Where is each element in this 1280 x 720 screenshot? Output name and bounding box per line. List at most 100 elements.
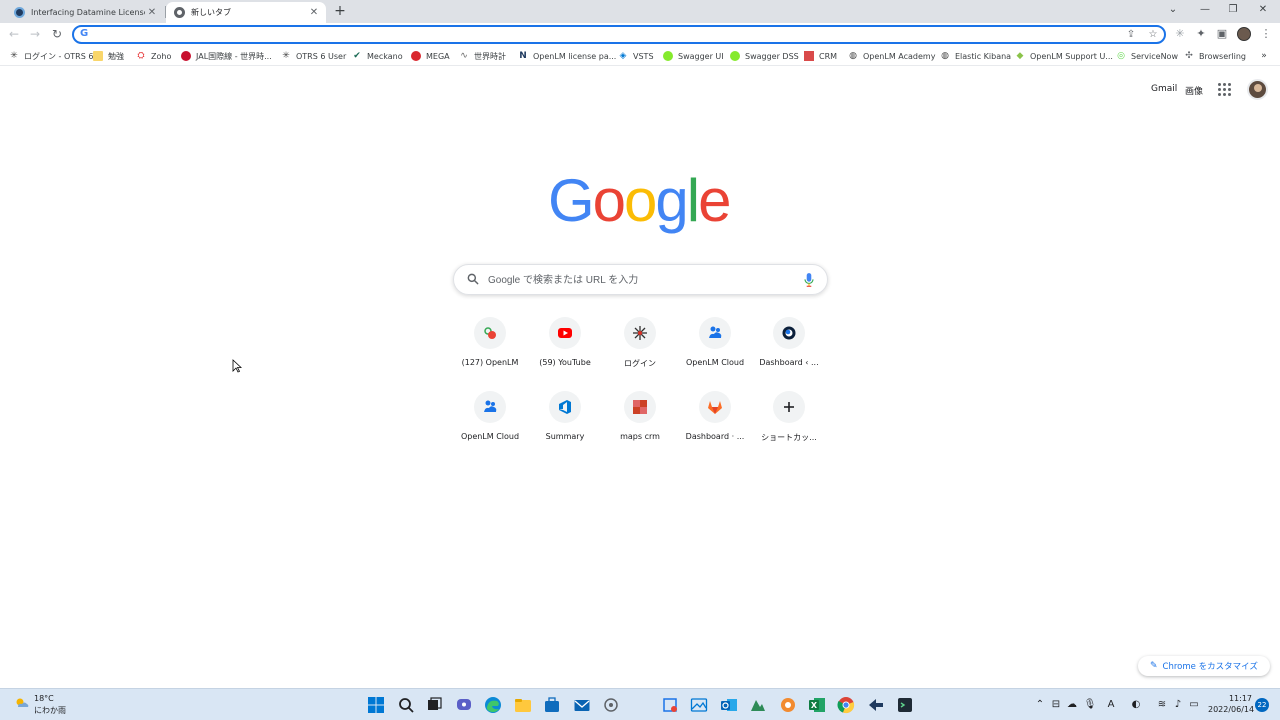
maps-app-icon[interactable] xyxy=(749,696,767,714)
microphone-tray-icon[interactable]: 🎙 xyxy=(1083,698,1097,712)
bookmark-item[interactable]: CRM xyxy=(804,50,837,62)
weather-rain-icon[interactable] xyxy=(14,696,30,712)
address-bar[interactable]: G ⇪ ☆ xyxy=(72,25,1166,44)
bookmark-star-icon[interactable]: ☆ xyxy=(1146,28,1160,42)
shortcut-tile[interactable]: Dashboard ‹ ... xyxy=(752,317,826,387)
shortcut-icon-circle xyxy=(773,317,805,349)
ime-mode-icon[interactable]: A xyxy=(1104,698,1118,712)
bookmark-item[interactable]: ◆ OpenLM Support U... xyxy=(1015,50,1113,62)
shortcut-tile[interactable]: (127) OpenLM xyxy=(453,317,527,387)
google-apps-icon[interactable] xyxy=(1218,83,1231,96)
bookmark-item[interactable]: ⛭ Zoho xyxy=(136,50,171,62)
photos-icon[interactable] xyxy=(690,696,708,714)
side-panel-icon[interactable]: ▣ xyxy=(1215,27,1229,41)
account-avatar[interactable] xyxy=(1247,79,1268,100)
plus-icon xyxy=(784,402,794,412)
onedrive-cloud-icon[interactable]: ☁ xyxy=(1065,698,1079,712)
bookmark-item[interactable]: N OpenLM license pa... xyxy=(518,50,616,62)
bookmark-item[interactable]: ✳ ログイン - OTRS 6 xyxy=(9,50,93,62)
tab-search-icon[interactable]: ⌄ xyxy=(1158,2,1188,18)
wifi-icon[interactable]: ≋ xyxy=(1155,698,1169,712)
bookmark-item[interactable]: ◍ Elastic Kibana xyxy=(940,50,1011,62)
remote-connect-icon[interactable] xyxy=(867,696,885,714)
mail-icon[interactable] xyxy=(573,696,591,714)
shortcut-tile[interactable]: Dashboard · ... xyxy=(678,391,752,461)
file-explorer-icon[interactable] xyxy=(514,696,532,714)
address-input[interactable] xyxy=(96,28,1096,41)
close-tab-icon[interactable]: ✕ xyxy=(145,6,159,20)
search-icon[interactable] xyxy=(397,696,415,714)
asterisk-icon: ✳ xyxy=(282,51,290,61)
edge-icon[interactable] xyxy=(484,696,502,714)
bookmark-folder[interactable]: 勉強 xyxy=(93,50,124,62)
folder-icon xyxy=(93,51,103,61)
excel-icon[interactable]: X xyxy=(808,696,826,714)
snipping-tool-icon[interactable] xyxy=(661,696,679,714)
bookmark-item[interactable]: ◈ VSTS xyxy=(618,50,654,62)
minimize-icon[interactable]: — xyxy=(1190,2,1220,18)
bookmark-item[interactable]: ◍ OpenLM Academy xyxy=(848,50,935,62)
shortcut-label: (127) OpenLM xyxy=(461,358,519,367)
search-box[interactable] xyxy=(453,264,828,295)
ime-indicator-icon[interactable]: ◐ xyxy=(1129,698,1143,712)
app-orange-icon[interactable] xyxy=(779,696,797,714)
shortcut-icon-circle xyxy=(773,391,805,423)
restore-icon[interactable]: ❐ xyxy=(1218,2,1248,18)
customize-chrome-button[interactable]: ✎ Chrome をカスタマイズ xyxy=(1138,656,1270,676)
shortcut-tile[interactable]: (59) YouTube xyxy=(528,317,602,387)
bookmark-item[interactable]: JAL国際線 - 世界時... xyxy=(181,50,272,62)
outlook-icon[interactable] xyxy=(720,696,738,714)
shortcut-tile[interactable]: maps crm xyxy=(603,391,677,461)
tools-icon[interactable] xyxy=(602,696,620,714)
cloud-icon xyxy=(709,326,722,338)
tab-interfacing-datamine[interactable]: Interfacing Datamine License Ma ✕ xyxy=(6,2,164,23)
google-g-icon: G xyxy=(80,28,89,39)
new-tab-button[interactable]: + xyxy=(332,3,348,19)
shortcut-tile[interactable]: Summary xyxy=(528,391,602,461)
shortcut-tile[interactable]: OpenLM Cloud xyxy=(453,391,527,461)
tray-overflow-chevron-icon[interactable]: ⌃ xyxy=(1033,698,1047,712)
zoho-icon: ⛭ xyxy=(137,51,145,61)
more-bookmarks-icon[interactable]: » xyxy=(1259,50,1274,62)
bookmark-item[interactable]: ✔ Meckano xyxy=(352,50,402,62)
bookmark-item[interactable]: ✣ Browserling xyxy=(1184,50,1246,62)
reload-button[interactable]: ↻ xyxy=(49,26,65,42)
notification-count-badge[interactable]: 22 xyxy=(1255,698,1269,712)
gmail-link[interactable]: Gmail xyxy=(1151,84,1177,94)
add-shortcut-tile[interactable]: ショートカッ... xyxy=(752,391,826,461)
back-button[interactable]: ← xyxy=(6,26,22,42)
bookmark-item[interactable]: ∿ 世界時計 xyxy=(459,50,506,62)
teams-chat-icon[interactable] xyxy=(455,696,473,714)
asterisk-icon: ✳ xyxy=(10,51,18,61)
bookmark-item[interactable]: Swagger UI xyxy=(663,50,724,62)
images-link[interactable]: 画像 xyxy=(1185,84,1203,97)
microphone-icon[interactable] xyxy=(802,272,816,288)
chrome-icon[interactable] xyxy=(837,696,855,714)
bookmark-item[interactable]: ◎ ServiceNow xyxy=(1116,50,1178,62)
shortcut-tile[interactable]: OpenLM Cloud xyxy=(678,317,752,387)
shortcut-icon-circle xyxy=(549,391,581,423)
menu-kebab-icon[interactable]: ⋮ xyxy=(1259,27,1273,41)
bookmark-item[interactable]: Swagger DSS xyxy=(730,50,799,62)
terminal-app-icon[interactable] xyxy=(896,696,914,714)
microsoft-store-icon[interactable] xyxy=(543,696,561,714)
close-tab-icon[interactable]: ✕ xyxy=(307,6,321,20)
bookmark-item[interactable]: MEGA xyxy=(411,50,450,62)
clock-date[interactable]: 2022/06/14 xyxy=(1208,705,1254,714)
extension-sparkle-icon[interactable]: ✳ xyxy=(1173,27,1187,41)
shortcut-tile[interactable]: ログイン xyxy=(603,317,677,387)
share-icon[interactable]: ⇪ xyxy=(1124,28,1138,42)
close-window-icon[interactable]: ✕ xyxy=(1248,2,1278,18)
battery-icon[interactable]: ▭ xyxy=(1187,698,1201,712)
tray-app-icon[interactable]: ⊟ xyxy=(1049,698,1063,712)
windows-start-icon[interactable] xyxy=(367,696,385,714)
profile-avatar-icon[interactable] xyxy=(1237,27,1251,41)
clock-time[interactable]: 11:17 xyxy=(1226,694,1252,703)
extensions-puzzle-icon[interactable]: ✦ xyxy=(1194,27,1208,41)
search-input[interactable] xyxy=(488,273,798,287)
forward-button[interactable]: → xyxy=(27,26,43,42)
bookmark-item[interactable]: ✳ OTRS 6 User xyxy=(281,50,346,62)
task-view-icon[interactable] xyxy=(425,696,443,714)
tab-new-tab[interactable]: 新しいタブ ✕ xyxy=(166,2,326,23)
speaker-icon[interactable]: ♪ xyxy=(1171,698,1185,712)
